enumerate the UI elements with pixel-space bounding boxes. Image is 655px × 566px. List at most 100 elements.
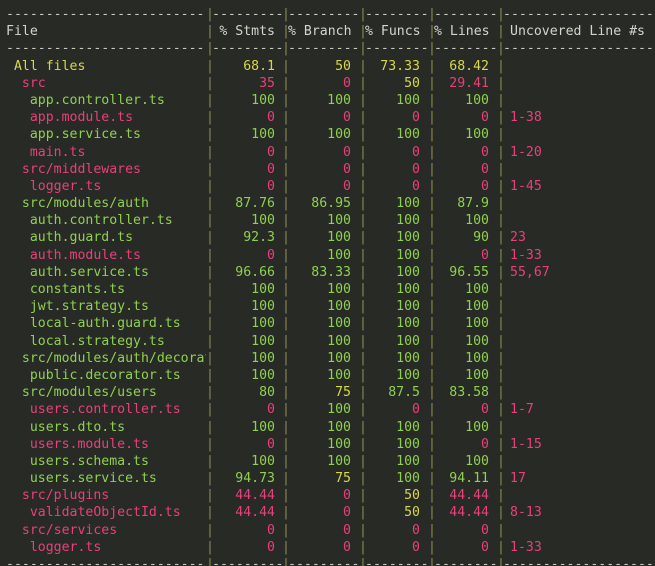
cell-file-name: logger.ts (6, 539, 102, 555)
divider-cell-stmts: --------- (212, 7, 282, 22)
table-row: src/plugins | 44.44 | 0 | 50 | 44.44 | (0, 487, 655, 504)
cell-lines: 0 (481, 161, 489, 177)
cell-file-name: validateObjectId.ts (6, 505, 181, 521)
cell-stmts: 44.44 (235, 505, 275, 521)
cell-lines: 44.44 (449, 505, 489, 521)
cell-stmts: 100 (251, 350, 275, 366)
cell-lines: 100 (465, 333, 489, 349)
cell-stmts: 100 (251, 419, 275, 435)
divider-cell-lines: --------- (434, 7, 497, 22)
cell-file-name: auth.service.ts (6, 264, 149, 280)
cell-funcs: 100 (396, 316, 420, 332)
coverage-report-table: --------------------------- | --------- … (0, 0, 655, 566)
cell-funcs: 0 (412, 402, 420, 418)
cell-branch: 0 (343, 110, 351, 126)
divider-cell-uncovered: ------------------- (503, 7, 654, 22)
divider-cell-file: --------------------------- (6, 7, 206, 22)
cell-funcs: 100 (396, 333, 420, 349)
cell-file-name: logger.ts (6, 178, 102, 194)
cell-funcs: 0 (412, 161, 420, 177)
table-divider-bottom: --------------------------- | --------- … (0, 556, 655, 566)
cell-funcs: 0 (412, 522, 420, 538)
column-header-stmts: % Stmts (219, 24, 275, 40)
cell-lines: 0 (481, 436, 489, 452)
cell-file-name: All files (6, 58, 86, 74)
cell-funcs: 87.5 (388, 385, 420, 401)
cell-branch: 100 (327, 213, 351, 229)
divider-cell-stmts: --------- (212, 557, 282, 566)
cell-lines: 100 (465, 350, 489, 366)
cell-funcs: 50 (404, 488, 420, 504)
cell-uncovered-lines (503, 315, 655, 332)
cell-file-name: src/modules/users (6, 385, 157, 401)
cell-lines: 100 (465, 282, 489, 297)
divider-cell-lines: --------- (434, 41, 497, 57)
cell-file-name: src/middlewares (6, 161, 141, 177)
divider-cell-file: --------------------------- (6, 41, 206, 57)
cell-lines: 0 (481, 402, 489, 418)
table-row: public.decorator.ts | 100 | 100 | 100 | 100 | (0, 367, 655, 384)
cell-stmts: 100 (251, 282, 275, 297)
table-row: src/modules/users | 80 | 75 | 87.5 | 83.58 | (0, 384, 655, 401)
cell-uncovered-lines (503, 58, 655, 75)
cell-branch: 0 (343, 161, 351, 177)
cell-branch: 100 (327, 419, 351, 435)
cell-stmts: 87.76 (235, 196, 275, 212)
cell-uncovered-lines: 1-20 (510, 144, 542, 160)
cell-branch: 0 (343, 505, 351, 521)
table-row: users.controller.ts | 0 | 100 | 0 | 0 | 1-7 (0, 401, 655, 418)
table-row: local-auth.guard.ts | 100 | 100 | 100 | 100 | (0, 315, 655, 332)
divider-cell-stmts: --------- (212, 41, 282, 57)
cell-uncovered-lines (503, 419, 655, 436)
cell-stmts: 0 (267, 522, 275, 538)
cell-branch: 100 (327, 436, 351, 452)
cell-stmts: 100 (251, 127, 275, 143)
cell-lines: 29.41 (449, 75, 489, 91)
table-row: users.module.ts | 0 | 100 | 100 | 0 | 1-15 (0, 436, 655, 453)
cell-file-name: src/modules/auth/decorators (21, 350, 206, 366)
cell-lines: 0 (481, 539, 489, 555)
cell-stmts: 0 (267, 402, 275, 418)
cell-lines: 100 (465, 127, 489, 143)
cell-funcs: 0 (412, 144, 420, 160)
cell-branch: 0 (343, 178, 351, 194)
cell-funcs: 100 (396, 127, 420, 143)
cell-lines: 100 (465, 316, 489, 332)
cell-stmts: 100 (251, 453, 275, 469)
cell-file-name: users.controller.ts (6, 402, 181, 418)
cell-uncovered-lines (503, 367, 655, 384)
cell-file-name: users.service.ts (6, 471, 157, 487)
cell-uncovered-lines (503, 384, 655, 401)
cell-stmts: 92.3 (243, 230, 275, 246)
column-header-file: File (6, 24, 38, 40)
cell-branch: 75 (335, 385, 351, 401)
cell-branch: 100 (327, 230, 351, 246)
cell-branch: 100 (327, 247, 351, 263)
table-row: src/services | 0 | 0 | 0 | 0 | (0, 522, 655, 539)
table-divider-top: --------------------------- | --------- … (0, 6, 655, 23)
cell-file-name: src/modules/auth (6, 196, 149, 212)
cell-stmts: 100 (251, 92, 275, 108)
divider-cell-uncovered: ------------------- (503, 41, 654, 57)
cell-lines: 94.11 (449, 471, 489, 487)
cell-stmts: 0 (267, 539, 275, 555)
table-row: users.schema.ts | 100 | 100 | 100 | 100 | (0, 453, 655, 470)
cell-funcs: 100 (396, 436, 420, 452)
cell-branch: 0 (343, 488, 351, 504)
table-row: src/modules/auth | 87.76 | 86.95 | 100 | 87.9 | (0, 195, 655, 212)
cell-file-name: src/services (6, 522, 118, 538)
cell-stmts: 0 (267, 161, 275, 177)
table-row: jwt.strategy.ts | 100 | 100 | 100 | 100 | (0, 298, 655, 315)
cell-branch: 0 (343, 539, 351, 555)
cell-stmts: 44.44 (235, 488, 275, 504)
cell-funcs: 100 (396, 471, 420, 487)
divider-cell-file: --------------------------- (6, 557, 206, 566)
cell-lines: 100 (465, 213, 489, 229)
table-row: main.ts | 0 | 0 | 0 | 0 | 1-20 (0, 144, 655, 161)
cell-funcs: 0 (412, 539, 420, 555)
cell-file-name: users.dto.ts (6, 419, 126, 435)
table-header-row: File | % Stmts | % Branch | % Funcs | % … (0, 23, 655, 40)
cell-file-name: auth.guard.ts (6, 230, 134, 246)
cell-lines: 0 (481, 110, 489, 126)
table-row: src/modules/auth/decorators|100|100|100|… (0, 350, 655, 367)
